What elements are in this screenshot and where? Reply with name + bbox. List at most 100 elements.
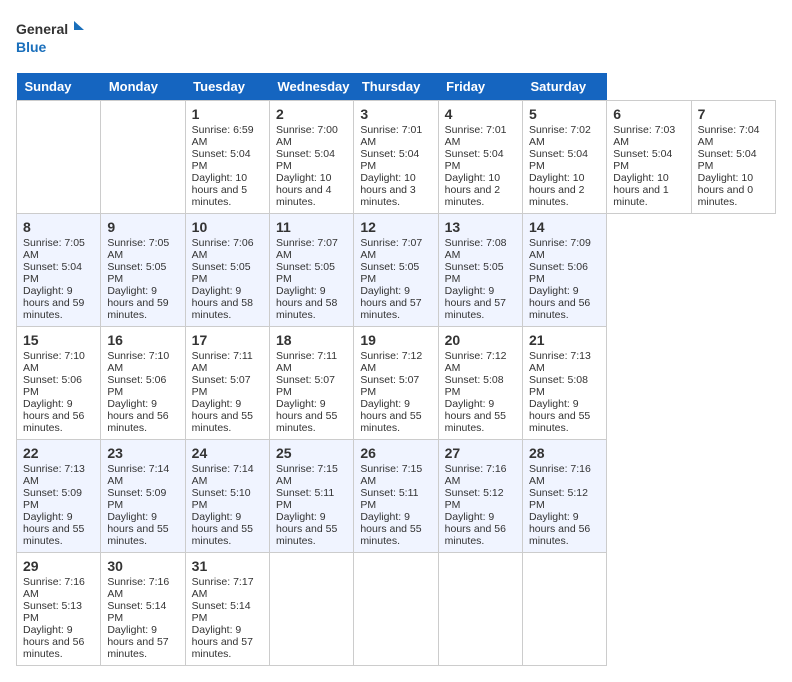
day-number: 15 bbox=[23, 332, 94, 348]
sunrise-text: Sunrise: 7:16 AM bbox=[445, 463, 507, 487]
calendar-cell: 4Sunrise: 7:01 AMSunset: 5:04 PMDaylight… bbox=[438, 101, 522, 214]
sunset-text: Sunset: 5:04 PM bbox=[360, 148, 419, 172]
calendar-table: SundayMondayTuesdayWednesdayThursdayFrid… bbox=[16, 73, 776, 666]
day-number: 14 bbox=[529, 219, 600, 235]
calendar-cell: 14Sunrise: 7:09 AMSunset: 5:06 PMDayligh… bbox=[522, 214, 606, 327]
sunrise-text: Sunrise: 7:04 AM bbox=[698, 124, 760, 148]
day-header-thursday: Thursday bbox=[354, 73, 438, 101]
day-number: 18 bbox=[276, 332, 347, 348]
calendar-cell bbox=[354, 553, 438, 666]
daylight-text: Daylight: 9 hours and 57 minutes. bbox=[192, 624, 253, 660]
sunset-text: Sunset: 5:04 PM bbox=[445, 148, 504, 172]
calendar-cell: 18Sunrise: 7:11 AMSunset: 5:07 PMDayligh… bbox=[269, 327, 353, 440]
sunset-text: Sunset: 5:04 PM bbox=[529, 148, 588, 172]
sunset-text: Sunset: 5:06 PM bbox=[107, 374, 166, 398]
sunrise-text: Sunrise: 7:00 AM bbox=[276, 124, 338, 148]
daylight-text: Daylight: 9 hours and 55 minutes. bbox=[192, 398, 253, 434]
calendar-cell: 9Sunrise: 7:05 AMSunset: 5:05 PMDaylight… bbox=[101, 214, 185, 327]
sunset-text: Sunset: 5:08 PM bbox=[445, 374, 504, 398]
day-header-friday: Friday bbox=[438, 73, 522, 101]
calendar-cell bbox=[438, 553, 522, 666]
sunset-text: Sunset: 5:07 PM bbox=[360, 374, 419, 398]
sunrise-text: Sunrise: 7:09 AM bbox=[529, 237, 591, 261]
sunrise-text: Sunrise: 7:15 AM bbox=[360, 463, 422, 487]
calendar-week-row: 29Sunrise: 7:16 AMSunset: 5:13 PMDayligh… bbox=[17, 553, 776, 666]
daylight-text: Daylight: 9 hours and 55 minutes. bbox=[445, 398, 506, 434]
svg-text:General: General bbox=[16, 21, 68, 37]
sunset-text: Sunset: 5:05 PM bbox=[445, 261, 504, 285]
calendar-week-row: 8Sunrise: 7:05 AMSunset: 5:04 PMDaylight… bbox=[17, 214, 776, 327]
sunrise-text: Sunrise: 7:14 AM bbox=[107, 463, 169, 487]
calendar-cell: 8Sunrise: 7:05 AMSunset: 5:04 PMDaylight… bbox=[17, 214, 101, 327]
sunset-text: Sunset: 5:11 PM bbox=[276, 487, 334, 511]
sunset-text: Sunset: 5:07 PM bbox=[192, 374, 251, 398]
sunset-text: Sunset: 5:10 PM bbox=[192, 487, 251, 511]
calendar-cell: 11Sunrise: 7:07 AMSunset: 5:05 PMDayligh… bbox=[269, 214, 353, 327]
day-number: 10 bbox=[192, 219, 263, 235]
day-number: 9 bbox=[107, 219, 178, 235]
sunset-text: Sunset: 5:13 PM bbox=[23, 600, 82, 624]
sunrise-text: Sunrise: 7:11 AM bbox=[276, 350, 337, 374]
sunset-text: Sunset: 5:11 PM bbox=[360, 487, 418, 511]
sunset-text: Sunset: 5:12 PM bbox=[445, 487, 504, 511]
daylight-text: Daylight: 9 hours and 55 minutes. bbox=[192, 511, 253, 547]
calendar-cell: 10Sunrise: 7:06 AMSunset: 5:05 PMDayligh… bbox=[185, 214, 269, 327]
calendar-cell: 2Sunrise: 7:00 AMSunset: 5:04 PMDaylight… bbox=[269, 101, 353, 214]
daylight-text: Daylight: 10 hours and 1 minute. bbox=[613, 172, 668, 208]
sunrise-text: Sunrise: 7:07 AM bbox=[360, 237, 422, 261]
day-header-wednesday: Wednesday bbox=[269, 73, 353, 101]
calendar-cell: 24Sunrise: 7:14 AMSunset: 5:10 PMDayligh… bbox=[185, 440, 269, 553]
calendar-cell: 15Sunrise: 7:10 AMSunset: 5:06 PMDayligh… bbox=[17, 327, 101, 440]
day-number: 5 bbox=[529, 106, 600, 122]
sunset-text: Sunset: 5:04 PM bbox=[192, 148, 251, 172]
calendar-cell: 25Sunrise: 7:15 AMSunset: 5:11 PMDayligh… bbox=[269, 440, 353, 553]
day-number: 30 bbox=[107, 558, 178, 574]
daylight-text: Daylight: 9 hours and 55 minutes. bbox=[107, 511, 168, 547]
calendar-cell: 28Sunrise: 7:16 AMSunset: 5:12 PMDayligh… bbox=[522, 440, 606, 553]
daylight-text: Daylight: 9 hours and 56 minutes. bbox=[445, 511, 506, 547]
sunset-text: Sunset: 5:05 PM bbox=[107, 261, 166, 285]
day-number: 31 bbox=[192, 558, 263, 574]
day-number: 6 bbox=[613, 106, 684, 122]
logo: General Blue bbox=[16, 16, 86, 61]
calendar-header-row: SundayMondayTuesdayWednesdayThursdayFrid… bbox=[17, 73, 776, 101]
calendar-cell: 29Sunrise: 7:16 AMSunset: 5:13 PMDayligh… bbox=[17, 553, 101, 666]
calendar-cell: 12Sunrise: 7:07 AMSunset: 5:05 PMDayligh… bbox=[354, 214, 438, 327]
day-number: 28 bbox=[529, 445, 600, 461]
day-header-tuesday: Tuesday bbox=[185, 73, 269, 101]
daylight-text: Daylight: 10 hours and 5 minutes. bbox=[192, 172, 247, 208]
sunrise-text: Sunrise: 7:01 AM bbox=[445, 124, 507, 148]
calendar-cell bbox=[101, 101, 185, 214]
sunset-text: Sunset: 5:05 PM bbox=[276, 261, 335, 285]
day-number: 13 bbox=[445, 219, 516, 235]
sunrise-text: Sunrise: 7:16 AM bbox=[529, 463, 591, 487]
calendar-cell: 1 Sunrise: 6:59 AMSunset: 5:04 PMDaylight… bbox=[185, 101, 269, 214]
sunrise-text: Sunrise: 7:05 AM bbox=[107, 237, 169, 261]
calendar-cell: 13Sunrise: 7:08 AMSunset: 5:05 PMDayligh… bbox=[438, 214, 522, 327]
sunset-text: Sunset: 5:14 PM bbox=[107, 600, 166, 624]
day-number: 25 bbox=[276, 445, 347, 461]
sunrise-text: Sunrise: 7:16 AM bbox=[23, 576, 85, 600]
day-number: 8 bbox=[23, 219, 94, 235]
sunrise-text: Sunrise: 7:01 AM bbox=[360, 124, 422, 148]
sunrise-text: Sunrise: 7:08 AM bbox=[445, 237, 507, 261]
daylight-text: Daylight: 9 hours and 55 minutes. bbox=[276, 398, 337, 434]
calendar-cell: 17Sunrise: 7:11 AMSunset: 5:07 PMDayligh… bbox=[185, 327, 269, 440]
day-number: 7 bbox=[698, 106, 769, 122]
daylight-text: Daylight: 10 hours and 3 minutes. bbox=[360, 172, 415, 208]
sunset-text: Sunset: 5:08 PM bbox=[529, 374, 588, 398]
sunset-text: Sunset: 5:06 PM bbox=[23, 374, 82, 398]
sunset-text: Sunset: 5:05 PM bbox=[192, 261, 251, 285]
calendar-cell: 21Sunrise: 7:13 AMSunset: 5:08 PMDayligh… bbox=[522, 327, 606, 440]
day-number: 1 bbox=[192, 106, 263, 122]
calendar-cell: 3Sunrise: 7:01 AMSunset: 5:04 PMDaylight… bbox=[354, 101, 438, 214]
daylight-text: Daylight: 9 hours and 55 minutes. bbox=[529, 398, 590, 434]
calendar-cell: 31Sunrise: 7:17 AMSunset: 5:14 PMDayligh… bbox=[185, 553, 269, 666]
calendar-cell: 26Sunrise: 7:15 AMSunset: 5:11 PMDayligh… bbox=[354, 440, 438, 553]
sunrise-text: Sunrise: 6:59 AM bbox=[192, 124, 254, 148]
calendar-cell: 27Sunrise: 7:16 AMSunset: 5:12 PMDayligh… bbox=[438, 440, 522, 553]
sunrise-text: Sunrise: 7:15 AM bbox=[276, 463, 338, 487]
calendar-cell: 23Sunrise: 7:14 AMSunset: 5:09 PMDayligh… bbox=[101, 440, 185, 553]
daylight-text: Daylight: 10 hours and 2 minutes. bbox=[529, 172, 584, 208]
calendar-cell bbox=[17, 101, 101, 214]
